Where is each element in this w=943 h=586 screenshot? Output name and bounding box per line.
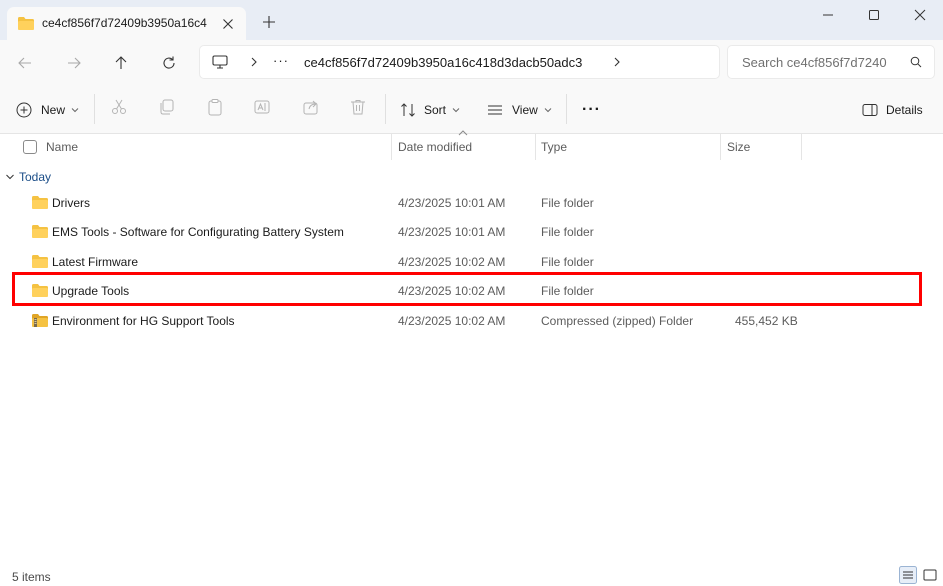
plus-circle-icon [16, 102, 32, 118]
search-box[interactable] [728, 46, 934, 78]
file-type: File folder [541, 284, 594, 298]
column-size[interactable]: Size [727, 140, 750, 154]
navigation-bar: ··· ce4cf856f7d72409b3950a16c418d3dacb50… [0, 40, 943, 86]
tab-title: ce4cf856f7d72409b3950a16c4 [42, 16, 207, 30]
sort-up-icon [458, 130, 468, 136]
column-divider[interactable] [391, 134, 392, 160]
file-date: 4/23/2025 10:02 AM [398, 314, 506, 328]
arrow-right-icon[interactable] [61, 50, 87, 76]
plus-icon[interactable] [259, 12, 279, 32]
file-row-upgrade-tools[interactable]: Upgrade Tools 4/23/2025 10:02 AM File fo… [0, 276, 943, 305]
details-button[interactable]: Details [862, 99, 923, 121]
column-divider[interactable] [801, 134, 802, 160]
file-name: Drivers [52, 196, 90, 210]
address-bar[interactable]: ··· ce4cf856f7d72409b3950a16c418d3dacb50… [200, 46, 719, 78]
tab-active[interactable]: ce4cf856f7d72409b3950a16c4 [7, 7, 246, 40]
search-icon[interactable] [910, 56, 922, 68]
chevron-down-icon [5, 173, 15, 181]
file-row-environment-zip[interactable]: Environment for HG Support Tools 4/23/20… [0, 306, 943, 335]
file-name: EMS Tools - Software for Configurating B… [52, 225, 344, 239]
divider [566, 94, 567, 124]
select-all-checkbox[interactable] [23, 140, 37, 154]
more-options-button[interactable]: ··· [582, 99, 601, 121]
breadcrumb-overflow[interactable]: ··· [273, 53, 289, 68]
file-date: 4/23/2025 10:02 AM [398, 284, 506, 298]
file-type: File folder [541, 196, 594, 210]
divider [385, 94, 386, 124]
column-header-row: Name Date modified Type Size [0, 130, 943, 160]
new-label: New [41, 103, 66, 117]
search-input[interactable] [742, 46, 902, 78]
folder-icon [32, 284, 48, 297]
file-type: File folder [541, 225, 594, 239]
sort-button[interactable]: Sort [400, 99, 460, 121]
new-button[interactable]: New [16, 99, 79, 121]
view-label: View [512, 103, 538, 117]
column-type[interactable]: Type [541, 140, 567, 154]
chevron-right-icon[interactable] [612, 56, 622, 68]
file-date: 4/23/2025 10:01 AM [398, 196, 506, 210]
group-header-today[interactable]: Today [5, 168, 51, 186]
file-name: Environment for HG Support Tools [52, 314, 235, 328]
chevron-down-icon [544, 107, 552, 113]
column-date-modified[interactable]: Date modified [398, 140, 472, 154]
monitor-icon[interactable] [212, 55, 228, 69]
refresh-icon[interactable] [156, 50, 182, 76]
copy-icon[interactable] [158, 98, 180, 120]
item-count: 5 items [12, 570, 51, 584]
delete-icon[interactable] [349, 98, 371, 120]
tiles-view-icon[interactable] [921, 566, 939, 584]
details-view-icon[interactable] [899, 566, 917, 584]
file-type: File folder [541, 255, 594, 269]
folder-icon [32, 225, 48, 238]
sort-icon [400, 102, 416, 118]
minimize-icon[interactable] [805, 0, 851, 30]
folder-icon [32, 255, 48, 268]
command-bar: New Sort View ··· Details [0, 86, 943, 134]
sort-label: Sort [424, 103, 447, 117]
cut-icon[interactable] [110, 98, 132, 120]
maximize-icon[interactable] [851, 0, 897, 30]
divider [94, 94, 95, 124]
file-type: Compressed (zipped) Folder [541, 314, 694, 328]
file-row-drivers[interactable]: Drivers 4/23/2025 10:01 AM File folder [0, 188, 943, 217]
arrow-left-icon[interactable] [12, 50, 38, 76]
chevron-down-icon [452, 107, 460, 113]
view-icon [487, 103, 503, 117]
chevron-right-icon[interactable] [249, 56, 259, 68]
chevron-down-icon [71, 107, 79, 113]
window-close-icon[interactable] [897, 0, 943, 30]
view-button[interactable]: View [487, 99, 552, 121]
paste-icon[interactable] [206, 98, 228, 120]
share-icon[interactable] [302, 98, 324, 120]
folder-icon [18, 17, 34, 30]
details-label: Details [886, 103, 923, 117]
folder-icon [32, 196, 48, 209]
column-name[interactable]: Name [46, 140, 78, 154]
group-label: Today [19, 170, 52, 184]
file-date: 4/23/2025 10:02 AM [398, 255, 506, 269]
details-pane-icon [862, 103, 878, 117]
close-icon[interactable] [219, 15, 237, 33]
zip-folder-icon [32, 314, 48, 327]
title-bar: ce4cf856f7d72409b3950a16c4 [0, 0, 943, 40]
file-name: Upgrade Tools [52, 284, 130, 298]
arrow-up-icon[interactable] [108, 50, 134, 76]
rename-icon[interactable] [253, 98, 275, 120]
file-date: 4/23/2025 10:01 AM [398, 225, 506, 239]
file-row-latest-firmware[interactable]: Latest Firmware 4/23/2025 10:02 AM File … [0, 247, 943, 276]
breadcrumb-current-folder[interactable]: ce4cf856f7d72409b3950a16c418d3dacb50adc3 [304, 55, 582, 70]
file-row-ems-tools[interactable]: EMS Tools - Software for Configurating B… [0, 217, 943, 246]
column-divider[interactable] [535, 134, 536, 160]
column-divider[interactable] [720, 134, 721, 160]
file-size: 455,452 KB [735, 314, 798, 328]
file-name: Latest Firmware [52, 255, 139, 269]
